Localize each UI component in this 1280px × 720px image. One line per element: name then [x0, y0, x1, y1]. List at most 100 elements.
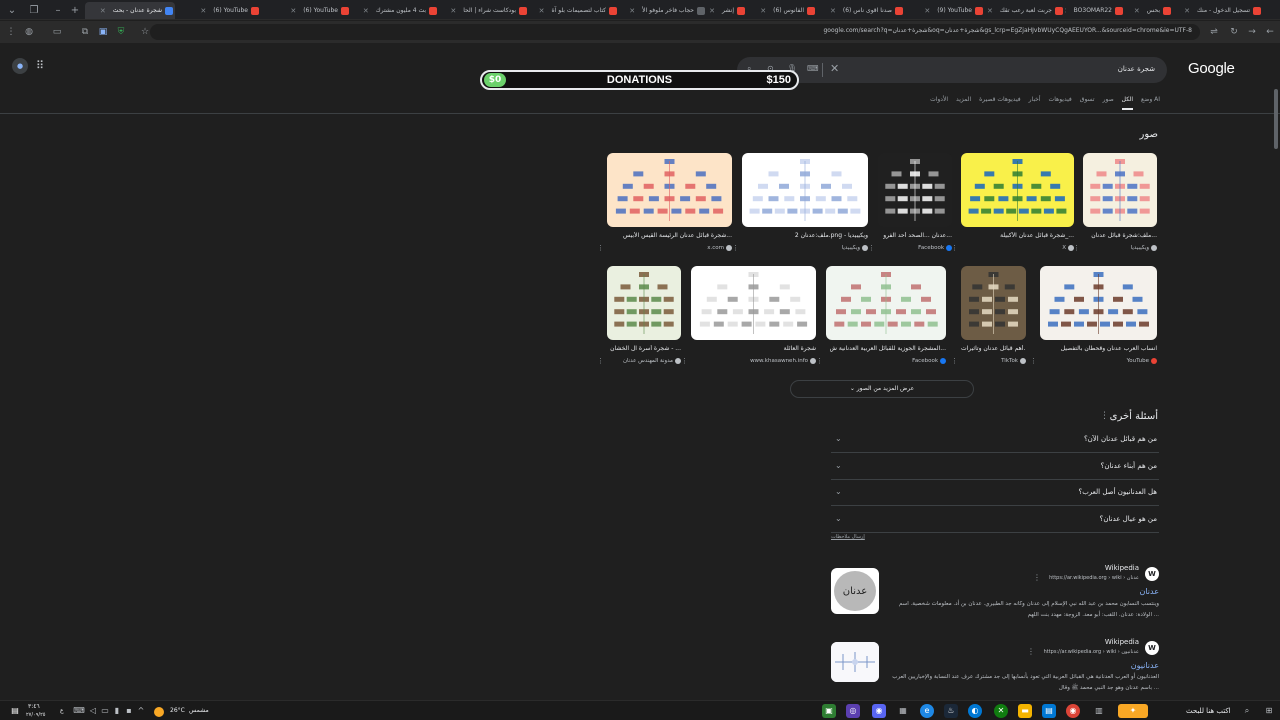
clock-date[interactable]: ٢٧/٠٩/٢٥ — [26, 712, 45, 718]
browser-tab[interactable]: ✕ (9) YouTube — [905, 2, 985, 19]
image-caption[interactable]: شجرة العائلة — [691, 345, 816, 352]
image-result[interactable]: شجرة أسرة آل الخشان - ... مدونة المهندس ع… — [597, 266, 681, 370]
image-caption[interactable]: انساب العرب عدنان وقحطان بالتفصيل — [1040, 345, 1157, 352]
tab-close-icon[interactable]: ✕ — [539, 7, 545, 15]
image-more-icon[interactable]: ⋮ — [951, 357, 958, 365]
tab-search-icon[interactable]: ⌄ — [4, 2, 20, 18]
scrollbar[interactable] — [1274, 89, 1278, 149]
image-caption[interactable]: شجرة قبائل عدنان الرئيسة القيس الأبيس... — [607, 232, 732, 239]
taskbar-search-placeholder[interactable]: اكتب هنا للبحث — [1186, 707, 1231, 715]
browser-tab[interactable]: ✕ إنشر — [707, 2, 747, 19]
tab-close-icon[interactable]: ✕ — [1134, 7, 1140, 15]
weather-desc[interactable]: مشمس — [189, 707, 209, 714]
sidepanel-icon[interactable]: ▭ — [50, 25, 64, 39]
image-result[interactable]: شجرة العائلة www.khasawneh.info ⋮ — [681, 266, 816, 370]
tab-close-icon[interactable]: ✕ — [200, 7, 206, 15]
app-icon[interactable]: ◐ — [968, 704, 982, 718]
image-caption[interactable]: شجرة أسرة آل الخشان - ... — [607, 345, 681, 352]
image-result[interactable]: عدنان ...الصحد أحد الفرو... Facebook ⋮ — [868, 153, 952, 257]
tab-close-icon[interactable]: ✕ — [100, 7, 106, 15]
image-thumbnail[interactable] — [691, 266, 816, 340]
browser-tab[interactable]: ✕ (6) صدنا اقوى ناس — [817, 2, 905, 19]
keyboard-tray-icon[interactable]: ⌨ — [72, 704, 86, 718]
image-thumbnail[interactable] — [607, 266, 681, 340]
image-result[interactable]: انساب العرب عدنان وقحطان بالتفصيل YouTube… — [1030, 266, 1157, 370]
tab-close-icon[interactable]: ✕ — [1065, 7, 1067, 15]
google-logo[interactable]: Google — [1188, 60, 1235, 77]
paa-question[interactable]: هل العدنانيون أصل العرب؟ ⌄ — [831, 480, 1159, 506]
reload-icon[interactable]: ↻ — [1227, 25, 1241, 39]
browser-tab[interactable]: ✕ (6) الفانوس — [747, 2, 817, 19]
tab-close-icon[interactable]: ✕ — [830, 7, 836, 15]
image-thumbnail[interactable] — [1083, 153, 1157, 227]
search-input[interactable]: شجرة عدنان — [1118, 65, 1155, 73]
filter-tab[interactable]: وضع AI — [1141, 96, 1160, 110]
filter-tab[interactable]: تسوق — [1080, 96, 1095, 110]
filter-tab[interactable]: الكل — [1121, 96, 1134, 110]
clock-time[interactable]: ٣:٤٦ — [28, 703, 40, 710]
taskbar-search-icon[interactable]: ⌕ — [1240, 704, 1254, 718]
chevron-down-icon[interactable]: ⌄ — [835, 461, 842, 470]
image-thumbnail[interactable] — [878, 153, 952, 227]
app-icon[interactable]: ◎ — [846, 704, 860, 718]
browser-tab[interactable]: ✕ بث 4 مليون مشترك — [351, 2, 439, 19]
browser-tab[interactable]: ✕ (6) YouTube — [175, 2, 261, 19]
image-result[interactable]: المشجرة الجوزية للقبائل العربية العدناني… — [816, 266, 946, 370]
tab-close-icon[interactable]: ✕ — [760, 7, 766, 15]
tab-close-icon[interactable]: ✕ — [450, 7, 456, 15]
browser-tab[interactable]: ✕ حجاب فاخر ملوفو الأ — [619, 2, 707, 19]
result-title[interactable]: عدنان — [1139, 587, 1159, 596]
app-icon[interactable]: ▦ — [896, 704, 910, 718]
app-icon[interactable]: ▣ — [822, 704, 836, 718]
xbox-icon[interactable]: ✕ — [994, 704, 1008, 718]
tab-close-icon[interactable]: ✕ — [290, 7, 296, 15]
chevron-down-icon[interactable]: ⌄ — [835, 487, 842, 496]
filter-tab[interactable]: الأدوات — [930, 96, 948, 110]
tab-close-icon[interactable]: ✕ — [629, 7, 635, 15]
image-more-icon[interactable]: ⋮ — [681, 357, 688, 365]
translate-icon[interactable]: ▣ — [96, 25, 110, 39]
paa-question[interactable]: من هم أبناء عدنان؟ ⌄ — [831, 454, 1159, 480]
image-more-icon[interactable]: ⋮ — [868, 244, 875, 252]
browser-tab[interactable]: ✕ بودكاست شراء | الحا — [439, 2, 529, 19]
filter-tab[interactable]: صور — [1103, 96, 1114, 110]
image-caption[interactable]: عدنان ...الصحد أحد الفرو... — [878, 232, 952, 239]
image-more-icon[interactable]: ⋮ — [1073, 244, 1080, 252]
paa-question[interactable]: من هم قبائل عدنان الآن؟ ⌄ — [831, 427, 1159, 453]
browser-tab[interactable]: ✕ شجرة عدنان - بحث — [85, 2, 175, 19]
tab-close-icon[interactable]: ✕ — [709, 7, 715, 15]
result-thumbnail[interactable]: عدنان — [831, 568, 879, 614]
feedback-link[interactable]: إرسال ملاحظات — [831, 534, 865, 540]
image-thumbnail[interactable] — [607, 153, 732, 227]
profile-icon[interactable]: ◍ — [22, 25, 36, 39]
tab-close-icon[interactable]: ✕ — [924, 7, 930, 15]
image-more-icon[interactable]: ⋮ — [597, 357, 604, 365]
menu-icon[interactable]: ⋮ — [4, 25, 18, 39]
tab-close-icon[interactable]: ✕ — [1184, 7, 1190, 15]
tray-overflow-icon[interactable]: ^ — [134, 704, 148, 718]
new-tab-button[interactable]: + — [67, 2, 83, 18]
image-thumbnail[interactable] — [1040, 266, 1157, 340]
browser-tab[interactable]: ✕ جربت لعبة رعب تقك — [985, 2, 1065, 19]
image-more-icon[interactable]: ⋮ — [597, 244, 604, 252]
filter-tab[interactable]: فيديوهات — [1049, 96, 1072, 110]
apps-grid-icon[interactable]: ⠿ — [36, 59, 44, 72]
widgets-icon[interactable]: ✦ — [1118, 704, 1148, 718]
account-avatar[interactable]: ● — [12, 58, 28, 74]
image-more-icon[interactable]: ⋮ — [816, 357, 823, 365]
search-box[interactable]: شجرة عدنان ✕ ⌨ 🎙 ⊙ ⌕ — [737, 57, 1167, 83]
language-indicator[interactable]: ع — [60, 707, 64, 714]
image-caption[interactable]: ملف:عدنان 2.png - ويكيبيديا — [742, 232, 868, 239]
image-caption[interactable]: شجرة قبائل عدنان الأكبيلة_... — [961, 232, 1074, 239]
filter-tab[interactable]: أخبار — [1029, 96, 1041, 110]
chrome-icon[interactable]: ◉ — [1066, 704, 1080, 718]
address-bar[interactable]: google.com/search?q=شجرة+عدنان&oq=شجرة+ع… — [150, 24, 1200, 40]
store-icon[interactable]: ▤ — [1042, 704, 1056, 718]
clear-icon[interactable]: ✕ — [830, 62, 839, 75]
notification-icon[interactable]: ▤ — [8, 704, 22, 718]
shield-icon[interactable]: ⛨ — [114, 25, 128, 39]
image-more-icon[interactable]: ⋮ — [1030, 357, 1037, 365]
browser-tab[interactable]: ✕ BO3OMAR22 — [1065, 2, 1125, 19]
image-caption[interactable]: المشجرة الجوزية للقبائل العربية العدناني… — [826, 345, 946, 352]
paa-question[interactable]: من هو عيال عدنان؟ ⌄ — [831, 507, 1159, 533]
